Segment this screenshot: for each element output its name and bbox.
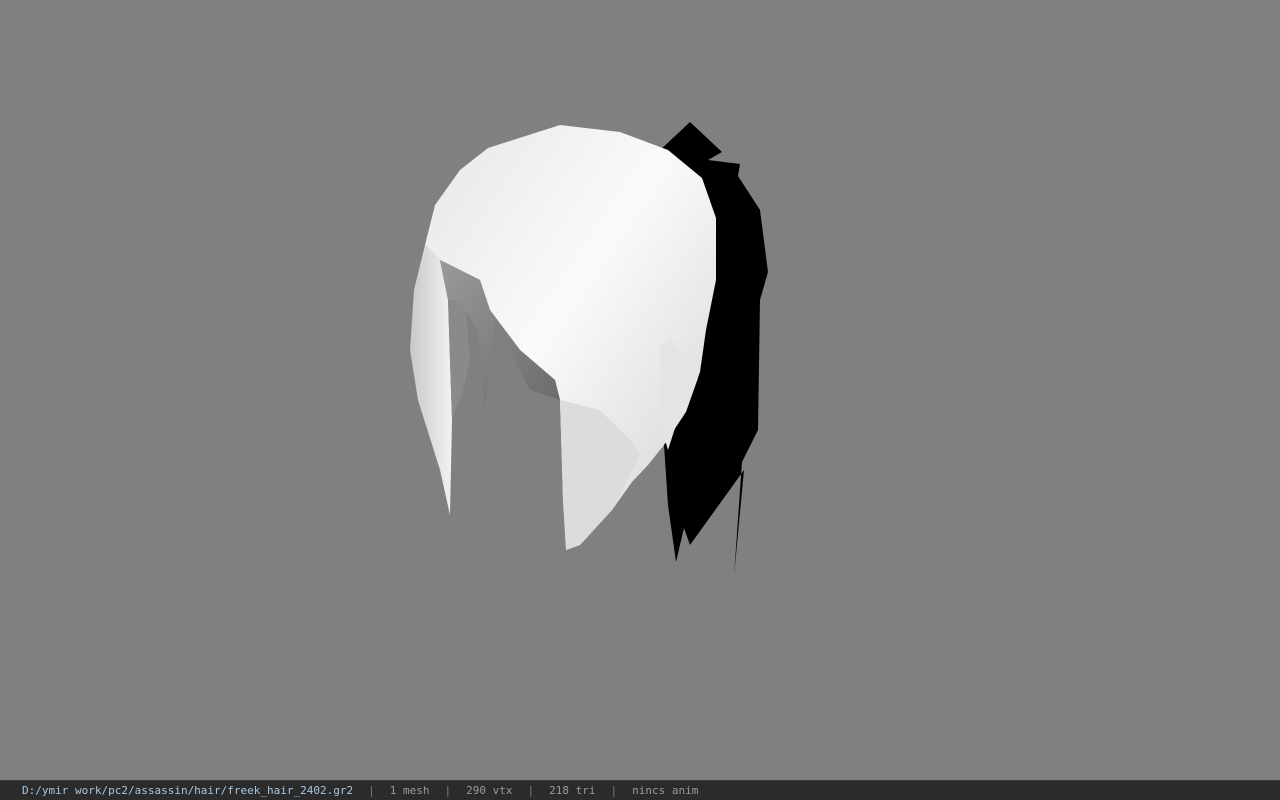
separator: | <box>444 784 452 797</box>
triangle-count: 218 tri <box>549 784 596 797</box>
file-path: D:/ymir work/pc2/assassin/hair/freek_hai… <box>22 784 354 797</box>
animation-status: nincs anim <box>632 784 699 797</box>
separator: | <box>368 784 375 797</box>
status-bar: D:/ymir work/pc2/assassin/hair/freek_hai… <box>0 780 1280 800</box>
mesh-count: 1 mesh <box>389 784 430 797</box>
hair-model-render[interactable] <box>0 0 1280 780</box>
vertex-count: 290 vtx <box>466 784 513 797</box>
separator: | <box>610 784 618 797</box>
3d-viewport[interactable] <box>0 0 1280 780</box>
separator: | <box>527 784 535 797</box>
